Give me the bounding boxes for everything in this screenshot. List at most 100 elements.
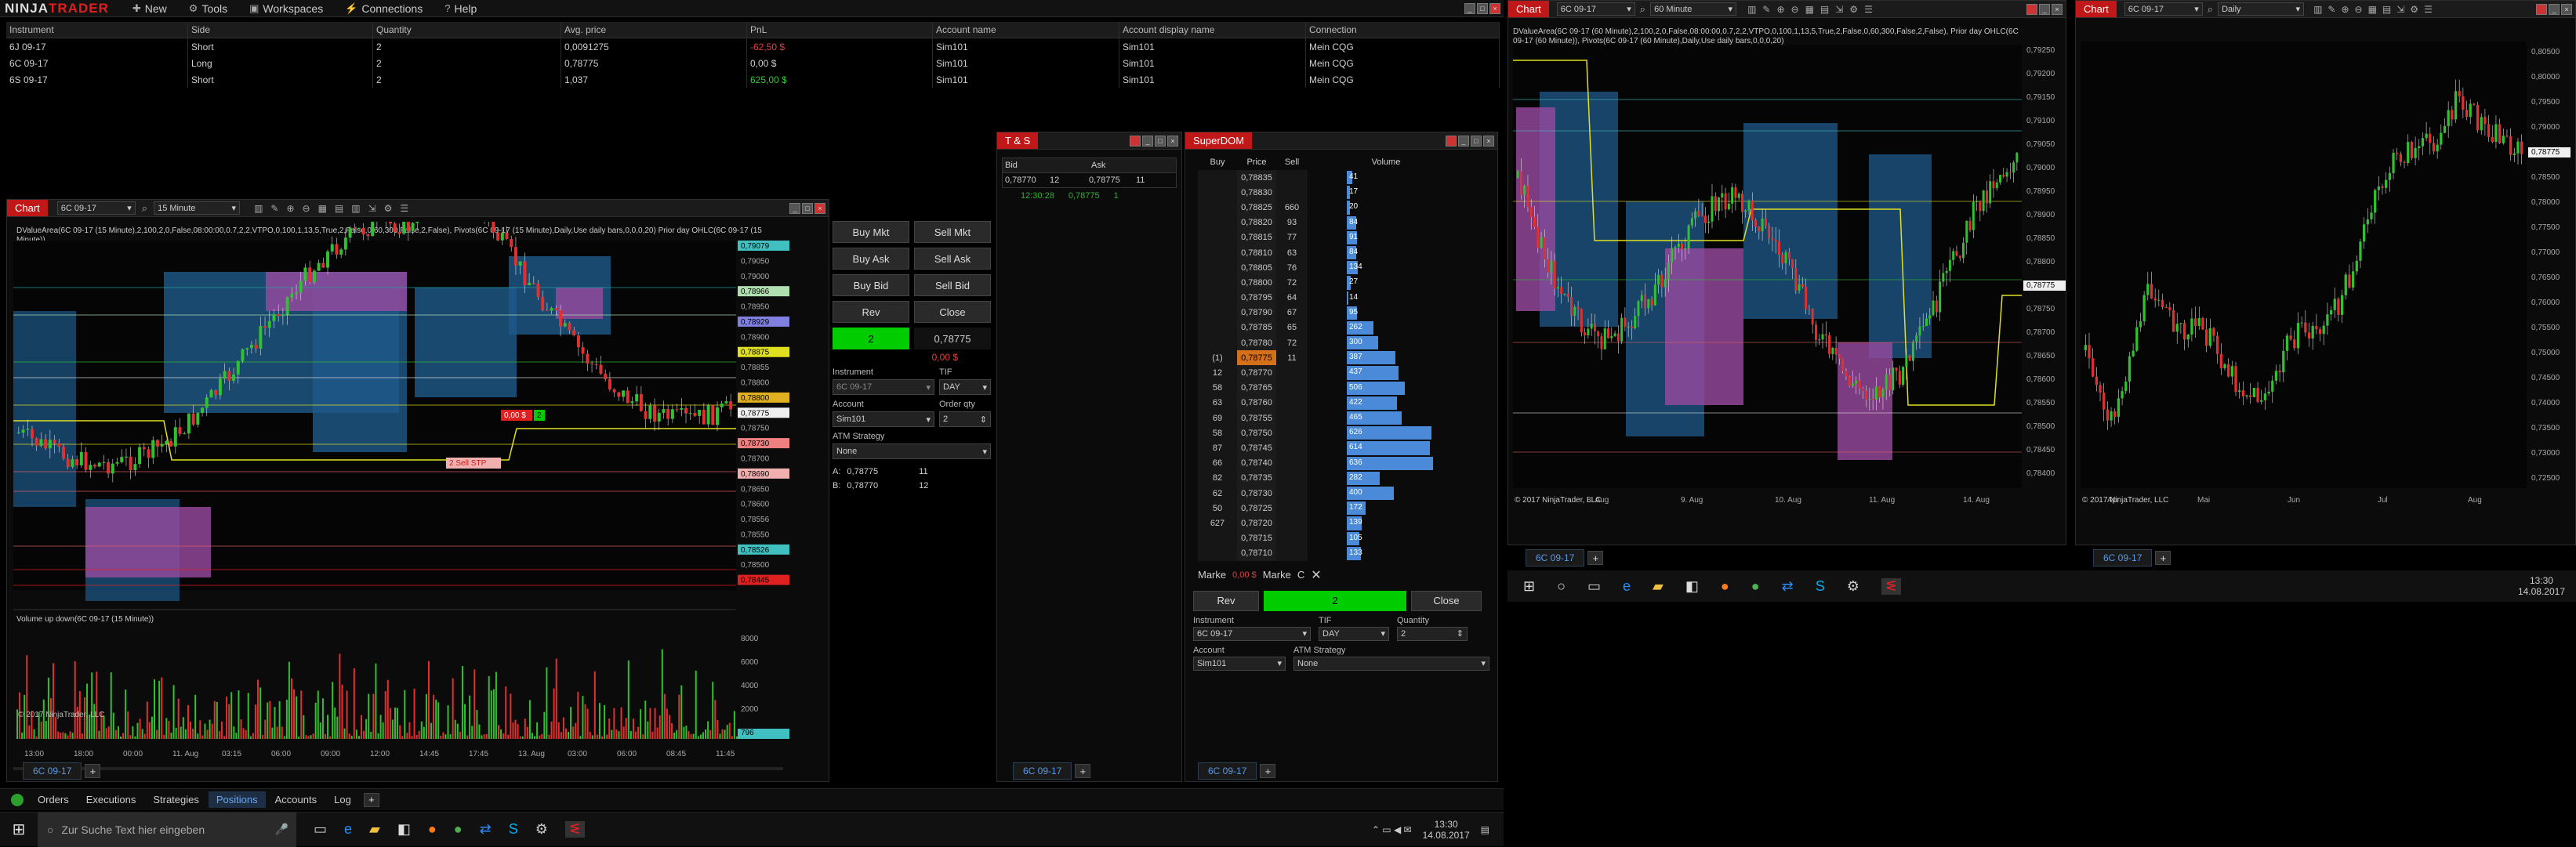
reverse-button[interactable]: Rev xyxy=(833,301,909,323)
dom-row[interactable]: 0,78825 660 20 xyxy=(1198,200,1497,215)
store-icon[interactable]: ◧ xyxy=(397,821,411,838)
ninjatrader-taskbar-icon[interactable]: ᓬ xyxy=(1881,577,1901,595)
close-icon[interactable]: × xyxy=(1489,2,1500,14)
menu-workspaces[interactable]: ▣ Workspaces xyxy=(238,2,334,15)
taskbar-clock[interactable]: 13:30 14.08.2017 xyxy=(2518,575,2576,597)
maximize-icon[interactable]: □ xyxy=(1477,2,1488,14)
tab-executions[interactable]: Executions xyxy=(78,791,144,808)
dom-row[interactable]: 63 0,78760 422 xyxy=(1198,395,1497,411)
add-tab-button[interactable]: + xyxy=(1260,764,1276,778)
add-tab-button[interactable]: + xyxy=(85,764,101,778)
skype-icon[interactable]: S xyxy=(1816,578,1825,595)
add-tab-button[interactable]: + xyxy=(2155,551,2171,565)
dom-row[interactable]: 0,78795 64 14 xyxy=(1198,290,1497,306)
instrument-select[interactable]: 6C 09-17 ▾ xyxy=(1193,626,1311,641)
buy-ask-button[interactable]: Buy Ask xyxy=(833,248,909,270)
close-position-button[interactable]: Close xyxy=(1411,590,1482,611)
chrome-icon[interactable]: ● xyxy=(454,821,463,838)
dom-row[interactable]: 0,78820 93 84 xyxy=(1198,215,1497,230)
menu-tools[interactable]: ⚙ Tools xyxy=(178,2,238,15)
atm-strategy-select[interactable]: None ▾ xyxy=(833,443,991,459)
chart3-plot[interactable]: 0,80500 0,80000 0,79500 0,79000 0,78775 0,785… xyxy=(2076,18,2576,535)
dom-row[interactable]: 12 0,78770 437 xyxy=(1198,365,1497,381)
maximize-icon[interactable]: □ xyxy=(802,202,813,214)
order-qty-stepper[interactable]: 2 ⇕ xyxy=(939,411,991,427)
col-connection[interactable]: Connection xyxy=(1306,22,1500,38)
chart1-interval-select[interactable]: 15 Minute ▾ xyxy=(154,201,241,215)
buy-market-button[interactable]: Marke xyxy=(1198,569,1226,581)
maximize-icon[interactable]: □ xyxy=(1471,135,1482,147)
col-account-name[interactable]: Account name xyxy=(933,22,1119,38)
maximize-icon[interactable]: □ xyxy=(1155,135,1166,147)
link-icon[interactable] xyxy=(2536,3,2547,15)
table-row[interactable]: 6S 09-17 Short 2 1,037 625,00 $ Sim101 Sim101 M… xyxy=(6,71,1500,88)
minimize-icon[interactable]: _ xyxy=(2549,3,2560,15)
tab-accounts[interactable]: Accounts xyxy=(267,791,325,808)
link-icon[interactable] xyxy=(1446,135,1457,147)
account-select[interactable]: Sim101 ▾ xyxy=(1193,656,1286,671)
ninjatrader-taskbar-icon[interactable]: ᓬ xyxy=(564,821,586,838)
tab-orders[interactable]: Orders xyxy=(30,791,77,808)
close-icon[interactable]: × xyxy=(1167,135,1178,147)
dom-row[interactable]: 627 0,78720 139 xyxy=(1198,516,1497,531)
sell-ask-button[interactable]: Sell Ask xyxy=(914,248,991,270)
dom-row[interactable]: 0,78790 67 95 xyxy=(1198,305,1497,320)
search-icon[interactable]: ⌕ xyxy=(142,202,147,215)
cancel-orders-button[interactable]: C xyxy=(1297,569,1304,581)
store-icon[interactable]: ◧ xyxy=(1685,578,1699,595)
col-quantity[interactable]: Quantity xyxy=(373,22,561,38)
add-tab-button[interactable]: + xyxy=(1587,551,1604,565)
tab-6c-ts[interactable]: 6C 09-17 xyxy=(1013,762,1072,780)
tab-strategies[interactable]: Strategies xyxy=(145,791,207,808)
file-explorer-icon[interactable]: ▰ xyxy=(1653,578,1664,595)
tif-select[interactable]: DAY ▾ xyxy=(1319,626,1389,641)
dom-row[interactable]: 0,78830 17 xyxy=(1198,185,1497,201)
edge-icon[interactable]: e xyxy=(1623,578,1631,595)
minimize-icon[interactable]: _ xyxy=(2039,3,2050,15)
tab-positions[interactable]: Positions xyxy=(208,791,266,808)
firefox-icon[interactable]: ● xyxy=(1721,578,1729,595)
col-account-display[interactable]: Account display name xyxy=(1119,22,1306,38)
menu-new[interactable]: ✚ New xyxy=(122,2,178,15)
chart2-plot[interactable]: 0,79250 0,79200 0,79150 0,79100 0,79050 0,790… xyxy=(1508,18,2067,535)
dom-row[interactable]: 0,78815 77 91 xyxy=(1198,230,1497,245)
notifications-icon[interactable]: ▤ xyxy=(1481,824,1489,835)
chart3-instrument-select[interactable]: 6C 09-17 ▾ xyxy=(2124,2,2203,16)
close-position-button[interactable]: Close xyxy=(914,301,991,323)
menu-help[interactable]: ? Help xyxy=(434,2,488,15)
link-icon[interactable] xyxy=(1130,135,1141,147)
search-icon[interactable]: ⌕ xyxy=(1640,3,1645,16)
col-pnl[interactable]: PnL xyxy=(747,22,933,38)
buy-market-button[interactable]: Buy Mkt xyxy=(833,221,909,243)
taskbar-search-input[interactable]: ○ Zur Suche Text hier eingeben 🎤 xyxy=(38,812,296,847)
task-view-icon[interactable]: ▭ xyxy=(314,821,327,838)
chart3-tool-icons[interactable]: ▥✎⊕⊖▦▤⇲⚙☰ xyxy=(2313,4,2438,15)
windows-start-icon[interactable]: ⊞ xyxy=(1523,578,1535,595)
close-icon[interactable]: × xyxy=(1483,135,1494,147)
dom-row[interactable]: 62 0,78730 400 xyxy=(1198,485,1497,501)
firefox-icon[interactable]: ● xyxy=(428,821,437,838)
teamviewer-icon[interactable]: ⇄ xyxy=(1782,578,1794,595)
close-icon[interactable]: × xyxy=(2561,3,2572,15)
dom-row[interactable]: 0,78835 41 xyxy=(1198,170,1497,186)
buy-bid-button[interactable]: Buy Bid xyxy=(833,274,909,296)
file-explorer-icon[interactable]: ▰ xyxy=(369,821,380,838)
tray-icons[interactable]: ⌃ ▭ ◀ ✉ xyxy=(1372,824,1412,835)
chart2-tool-icons[interactable]: ▥✎⊕⊖▦▤⇲⚙☰ xyxy=(1747,4,1879,15)
chart1-plot[interactable]: 0,79079 0,79050 0,79000 0,78966 0,78950 0,789… xyxy=(7,222,830,770)
minimize-icon[interactable]: _ xyxy=(1458,135,1469,147)
dom-ladder[interactable]: 0,78835 41 0,78830 17 0,78825 660 20 0,78820 93 8… xyxy=(1198,170,1497,561)
task-view-icon[interactable]: ▭ xyxy=(1587,578,1601,595)
dom-row[interactable]: 0,78810 63 84 xyxy=(1198,244,1497,261)
app-icon[interactable]: ⚙ xyxy=(1847,578,1859,595)
dom-row[interactable]: 69 0,78755 465 xyxy=(1198,411,1497,426)
instrument-select[interactable]: 6C 09-17 ▾ xyxy=(833,379,934,395)
link-icon[interactable] xyxy=(2026,3,2037,15)
tab-log[interactable]: Log xyxy=(326,791,359,808)
dom-row[interactable]: 0,78715 105 xyxy=(1198,530,1497,546)
skype-icon[interactable]: S xyxy=(509,821,518,838)
col-instrument[interactable]: Instrument xyxy=(6,22,188,38)
dom-row[interactable]: 58 0,78765 506 xyxy=(1198,380,1497,396)
minimize-icon[interactable]: _ xyxy=(789,202,800,214)
taskbar-clock[interactable]: 13:30 14.08.2017 xyxy=(1423,819,1470,841)
